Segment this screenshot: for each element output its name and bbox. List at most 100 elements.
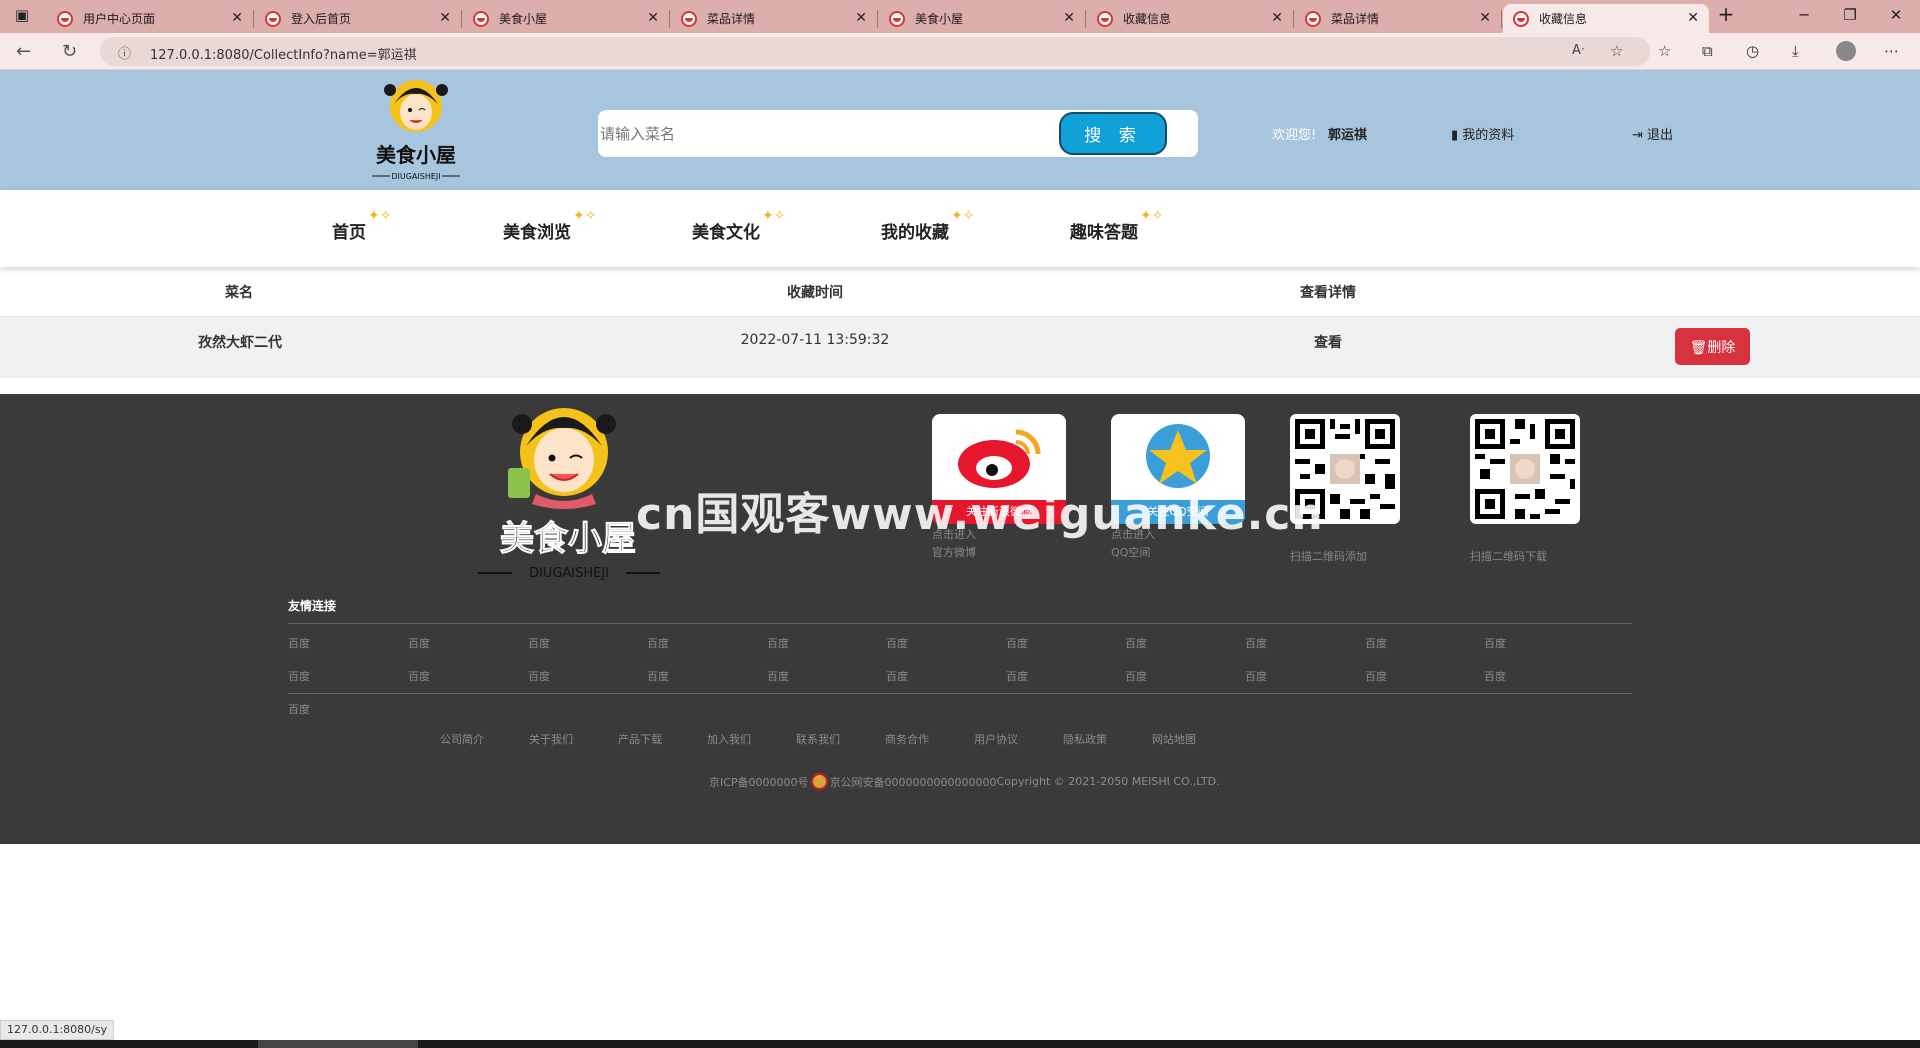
more-icon[interactable]: ⋯ <box>1884 42 1899 60</box>
site-favicon-icon <box>473 10 489 27</box>
browser-tab[interactable]: 菜品详情 ✕ <box>671 4 878 33</box>
footer-link-contact[interactable]: 联系我们 <box>796 731 840 747</box>
close-tab-icon[interactable]: ✕ <box>1479 10 1491 26</box>
friend-link[interactable]: 百度 <box>1006 668 1028 684</box>
friend-link[interactable]: 百度 <box>767 668 789 684</box>
nav-label: 美食文化 <box>692 223 760 243</box>
profile-link-label: 我的资料 <box>1462 128 1515 143</box>
add-favorite-icon[interactable]: ☆ <box>1610 42 1623 60</box>
tab-title: 用户中心页面 <box>83 12 156 26</box>
icp-text[interactable]: 京ICP备0000000号 <box>709 774 809 790</box>
sparkle-icon: ✦✧ <box>368 208 392 224</box>
browser-tab[interactable]: 美食小屋 ✕ <box>879 4 1086 33</box>
icp-line: 京ICP备0000000号 京公网安备0000000000000000 Copy… <box>709 773 1220 790</box>
close-tab-icon[interactable]: ✕ <box>1063 10 1075 26</box>
footer-link-privacy[interactable]: 隐私政策 <box>1063 731 1107 747</box>
favorites-icon[interactable]: ☆ <box>1658 42 1671 60</box>
nav-label: 我的收藏 <box>881 223 949 243</box>
site-favicon-icon <box>57 10 73 27</box>
read-aloud-icon[interactable]: Aᐧ <box>1572 43 1584 58</box>
nav-item-home[interactable]: 首页 ✦✧ <box>332 208 391 243</box>
browser-tab[interactable]: 登入后首页 ✕ <box>255 4 462 33</box>
friend-link[interactable]: 百度 <box>1125 635 1147 651</box>
friend-link[interactable]: 百度 <box>288 701 310 717</box>
logout-link[interactable]: ⇥ 退出 <box>1632 124 1673 143</box>
police-text[interactable]: 京公网安备0000000000000000 <box>830 774 997 790</box>
profile-icon[interactable] <box>1836 41 1856 61</box>
history-icon[interactable]: ◷ <box>1746 42 1759 60</box>
friend-link[interactable]: 百度 <box>1365 668 1387 684</box>
close-tab-icon[interactable]: ✕ <box>647 10 659 26</box>
footer-link-sitemap[interactable]: 网站地图 <box>1152 731 1196 747</box>
browser-tab[interactable]: 菜品详情 ✕ <box>1295 4 1502 33</box>
close-tab-icon[interactable]: ✕ <box>855 10 867 26</box>
url-field[interactable]: ⓘ 127.0.0.1:8080/CollectInfo?name=郭运祺 Aᐧ… <box>100 37 1650 66</box>
friend-link[interactable]: 百度 <box>767 635 789 651</box>
collections-icon[interactable]: ⧉ <box>1702 42 1713 60</box>
footer-link-about-company[interactable]: 公司简介 <box>440 731 484 747</box>
minimize-icon[interactable]: ─ <box>1790 6 1818 24</box>
tab-title: 菜品详情 <box>1331 12 1380 26</box>
new-tab-icon[interactable]: + <box>1712 2 1740 26</box>
friend-link[interactable]: 百度 <box>1245 668 1267 684</box>
footer-logo: 美食小屋 DIUGAISHEJI <box>476 402 661 582</box>
footer-link-join[interactable]: 加入我们 <box>707 731 751 747</box>
close-tab-icon[interactable]: ✕ <box>231 10 243 26</box>
sidebar-icon[interactable]: ▣ <box>8 6 36 24</box>
friend-link[interactable]: 百度 <box>288 635 310 651</box>
view-link[interactable]: 查看 <box>1298 332 1358 352</box>
friend-link[interactable]: 百度 <box>886 668 908 684</box>
close-tab-icon[interactable]: ✕ <box>1687 10 1699 26</box>
friend-link[interactable]: 百度 <box>408 668 430 684</box>
footer-divider <box>288 693 1632 694</box>
friend-link[interactable]: 百度 <box>886 635 908 651</box>
search-input[interactable] <box>598 110 1060 157</box>
tab-title: 收藏信息 <box>1123 12 1172 26</box>
restore-icon[interactable]: ❐ <box>1836 6 1864 24</box>
friend-link[interactable]: 百度 <box>1484 668 1506 684</box>
browser-tab[interactable]: 用户中心页面 ✕ <box>47 4 254 33</box>
footer-link-download[interactable]: 产品下载 <box>618 731 662 747</box>
footer-link-business[interactable]: 商务合作 <box>885 731 929 747</box>
friend-link[interactable]: 百度 <box>1006 635 1028 651</box>
nav-item-favorites[interactable]: 我的收藏 ✦✧ <box>881 208 974 243</box>
friend-link[interactable]: 百度 <box>1245 635 1267 651</box>
qr-download-caption: 扫描二维码下载 <box>1470 550 1547 563</box>
profile-link[interactable]: ▮ 我的资料 <box>1451 124 1514 143</box>
download-icon[interactable]: ⤓ <box>1792 42 1799 60</box>
nav-item-quiz[interactable]: 趣味答题 ✦✧ <box>1070 208 1163 243</box>
browser-tab[interactable]: 收藏信息 ✕ <box>1087 4 1294 33</box>
close-tab-icon[interactable]: ✕ <box>1271 10 1283 26</box>
friend-link[interactable]: 百度 <box>528 668 550 684</box>
back-icon[interactable]: ← <box>16 41 31 62</box>
police-badge-icon <box>810 773 828 790</box>
nav-item-browse[interactable]: 美食浏览 ✦✧ <box>503 208 596 243</box>
site-favicon-icon <box>1305 10 1321 27</box>
delete-button[interactable]: 🗑删除 <box>1675 328 1750 365</box>
tab-title: 登入后首页 <box>291 12 352 26</box>
friend-link[interactable]: 百度 <box>288 668 310 684</box>
svg-text:美食小屋: 美食小屋 <box>376 143 456 167</box>
info-icon[interactable]: ⓘ <box>118 43 131 62</box>
friend-link[interactable]: 百度 <box>1125 668 1147 684</box>
friend-link[interactable]: 百度 <box>528 635 550 651</box>
close-window-icon[interactable]: ✕ <box>1882 6 1910 24</box>
refresh-icon[interactable]: ↻ <box>62 41 77 62</box>
friend-link[interactable]: 百度 <box>647 635 669 651</box>
browser-tab[interactable]: 美食小屋 ✕ <box>463 4 670 33</box>
column-header-time: 收藏时间 <box>787 285 843 301</box>
logout-icon: ⇥ <box>1632 128 1643 143</box>
close-tab-icon[interactable]: ✕ <box>439 10 451 26</box>
search-button[interactable]: 搜 索 <box>1059 112 1167 155</box>
friend-link[interactable]: 百度 <box>408 635 430 651</box>
footer-link-agreement[interactable]: 用户协议 <box>974 731 1018 747</box>
address-bar-row: ← ↻ ⓘ 127.0.0.1:8080/CollectInfo?name=郭运… <box>0 33 1920 70</box>
site-logo[interactable]: 美食小屋 DIUGAISHEJI <box>368 78 464 184</box>
friend-link[interactable]: 百度 <box>1484 635 1506 651</box>
nav-item-culture[interactable]: 美食文化 ✦✧ <box>692 208 785 243</box>
friend-link[interactable]: 百度 <box>1365 635 1387 651</box>
browser-tab-active[interactable]: 收藏信息 ✕ <box>1503 4 1709 33</box>
footer-link-about-us[interactable]: 关于我们 <box>529 731 573 747</box>
dish-name: 孜然大虾二代 <box>198 335 282 351</box>
friend-link[interactable]: 百度 <box>647 668 669 684</box>
